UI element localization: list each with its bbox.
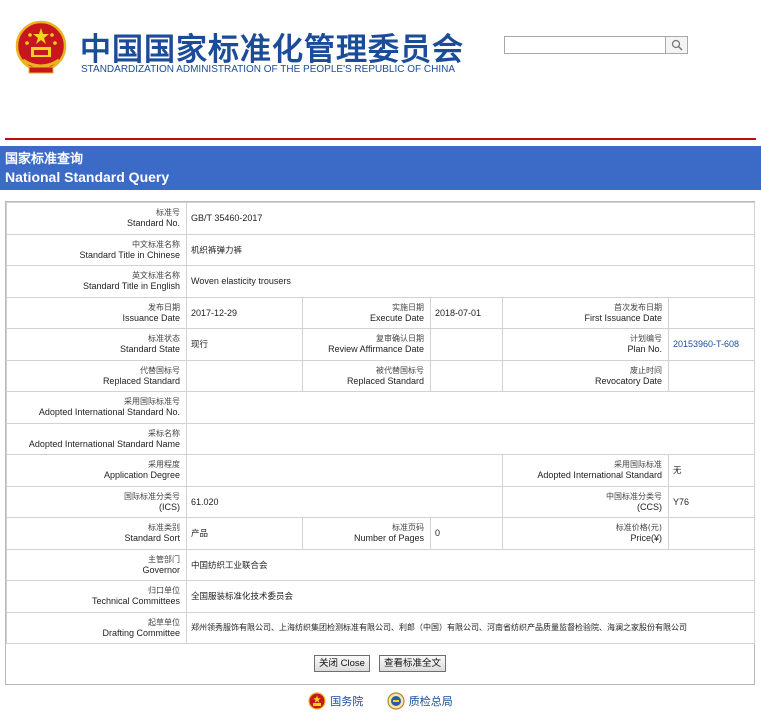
ccs-value: Y76 [667, 485, 756, 518]
adopted-intl-standard-label: 采用国际标准 Adopted International Standard [502, 454, 669, 487]
search-button[interactable] [666, 36, 688, 54]
national-emblem-icon [308, 692, 326, 710]
table-row: 英文标准名称 Standard Title in English Woven el… [6, 265, 756, 298]
view-full-text-button[interactable]: 查看标准全文 [379, 655, 447, 672]
title-english-label: 英文标准名称 Standard Title in English [6, 265, 187, 298]
adopted-intl-name-label: 采标名称 Adopted International Standard Name [6, 422, 187, 455]
standard-detail-table: 标准号 Standard No. GB/T 35460-2017 中文标准名称 St… [6, 202, 756, 644]
first-issuance-date-label: 首次发布日期 First Issuance Date [502, 296, 669, 329]
standard-sort-value: 产品 [186, 517, 303, 550]
execute-date-label: 实施日期 Execute Date [302, 296, 431, 329]
footer-link-aqsiq[interactable]: 质检总局 [387, 692, 453, 710]
revocatory-date-value [667, 359, 756, 392]
ics-label: 国际标准分类号 (ICS) [6, 485, 187, 518]
review-affirmance-date-value [430, 328, 503, 361]
replaced-standard-label: 代替国标号 Replaced Standard [6, 359, 187, 392]
table-row: 标准号 Standard No. GB/T 35460-2017 [6, 202, 756, 235]
replaced-by-value [430, 359, 503, 392]
governor-label: 主管部门 Governor [6, 548, 187, 581]
table-row: 标准状态 Standard State 现行 复审确认日期 Review Affir… [6, 328, 756, 361]
drafting-committee-value: 郑州领秀服饰有限公司、上海纺织集团检测标准有限公司、利郎（中国）有限公司、河南省… [185, 611, 756, 644]
plan-no-label: 计划编号 Plan No. [502, 328, 669, 361]
standard-no-value: GB/T 35460-2017 [185, 202, 756, 235]
header-divider [5, 138, 756, 140]
technical-committees-label: 归口单位 Technical Committees [6, 580, 187, 613]
site-header: 中国国家标准化管理委员会 STANDARDIZATION ADMINISTRAT… [0, 0, 761, 100]
price-label: 标准价格(元) Price(¥) [502, 517, 669, 550]
ics-value: 61.020 [186, 485, 503, 518]
search-input[interactable] [504, 36, 666, 54]
close-button[interactable]: 关闭 Close [313, 655, 370, 672]
title-chinese-label: 中文标准名称 Standard Title in Chinese [6, 233, 187, 266]
plan-no-link[interactable]: 20153960-T-608 [667, 328, 756, 361]
site-footer: 国务院 质检总局 [0, 692, 761, 714]
execute-date-value: 2018-07-01 [430, 296, 503, 329]
search-icon [671, 39, 683, 51]
table-row: 代替国标号 Replaced Standard 被代替国标号 Replaced St… [6, 359, 756, 392]
adopted-intl-name-value [185, 422, 756, 455]
footer-link-state-council[interactable]: 国务院 [308, 692, 363, 710]
application-degree-value [186, 454, 503, 487]
application-degree-label: 采用程度 Application Degree [6, 454, 187, 487]
drafting-committee-label: 起草单位 Drafting Committee [6, 611, 187, 644]
adopted-intl-no-label: 采用国际标准号 Adopted International Standard No… [6, 391, 187, 424]
site-title-chinese: 中国国家标准化管理委员会 [80, 32, 464, 68]
number-of-pages-label: 标准页码 Number of Pages [302, 517, 431, 550]
table-row: 采标名称 Adopted International Standard Name [6, 422, 756, 455]
footer-link-label: 国务院 [330, 695, 364, 708]
aqsiq-emblem-icon [387, 692, 405, 710]
adopted-intl-no-value [185, 391, 756, 424]
table-row: 国际标准分类号 (ICS) 61.020 中国标准分类号 (CCS) Y76 [6, 485, 756, 518]
banner-title-english: National Standard Query [5, 169, 170, 185]
issuance-date-label: 发布日期 Issuance Date [6, 296, 187, 329]
standard-state-value: 现行 [186, 328, 303, 361]
technical-committees-value: 全国服装标准化技术委员会 [185, 580, 756, 613]
title-chinese-value: 机织裤弹力裤 [185, 233, 756, 266]
revocatory-date-label: 废止时间 Revocatory Date [502, 359, 669, 392]
ccs-label: 中国标准分类号 (CCS) [502, 485, 669, 518]
standard-state-label: 标准状态 Standard State [6, 328, 187, 361]
title-english-value: Woven elasticity trousers [185, 265, 756, 298]
action-buttons: 关闭 Close 查看标准全文 [6, 651, 754, 672]
standard-detail-panel: 标准号 Standard No. GB/T 35460-2017 中文标准名称 St… [5, 201, 756, 685]
standard-sort-label: 标准类别 Standard Sort [6, 517, 187, 550]
number-of-pages-value: 0 [430, 517, 503, 550]
table-row: 采用程度 Application Degree 采用国际标准 Adopted Int… [6, 454, 756, 487]
replaced-standard-value [186, 359, 303, 392]
issuance-date-value: 2017-12-29 [186, 296, 303, 329]
standard-no-label: 标准号 Standard No. [6, 202, 187, 235]
table-row: 采用国际标准号 Adopted International Standard No… [6, 391, 756, 424]
table-row: 主管部门 Governor 中国纺织工业联合会 [6, 548, 756, 581]
adopted-intl-standard-value: 无 [667, 454, 756, 487]
site-title-english: STANDARDIZATION ADMINISTRATION OF THE PE… [81, 64, 455, 75]
table-row: 起草单位 Drafting Committee 郑州领秀服饰有限公司、上海纺织集团… [6, 611, 756, 644]
national-emblem-icon [15, 20, 67, 74]
table-row: 归口单位 Technical Committees 全国服装标准化技术委员会 [6, 580, 756, 613]
review-affirmance-date-label: 复审确认日期 Review Affirmance Date [302, 328, 431, 361]
banner-title-chinese: 国家标准查询 [5, 152, 84, 167]
replaced-by-label: 被代替国标号 Replaced Standard [302, 359, 431, 392]
table-row: 中文标准名称 Standard Title in Chinese 机织裤弹力裤 [6, 233, 756, 266]
page-banner: 国家标准查询 National Standard Query [0, 146, 761, 190]
table-row: 发布日期 Issuance Date 2017-12-29 实施日期 Execute… [6, 296, 756, 329]
footer-link-label: 质检总局 [408, 695, 453, 708]
governor-value: 中国纺织工业联合会 [185, 548, 756, 581]
price-value [667, 517, 756, 550]
first-issuance-date-value [667, 296, 756, 329]
table-row: 标准类别 Standard Sort 产品 标准页码 Number of Pages… [6, 517, 756, 550]
